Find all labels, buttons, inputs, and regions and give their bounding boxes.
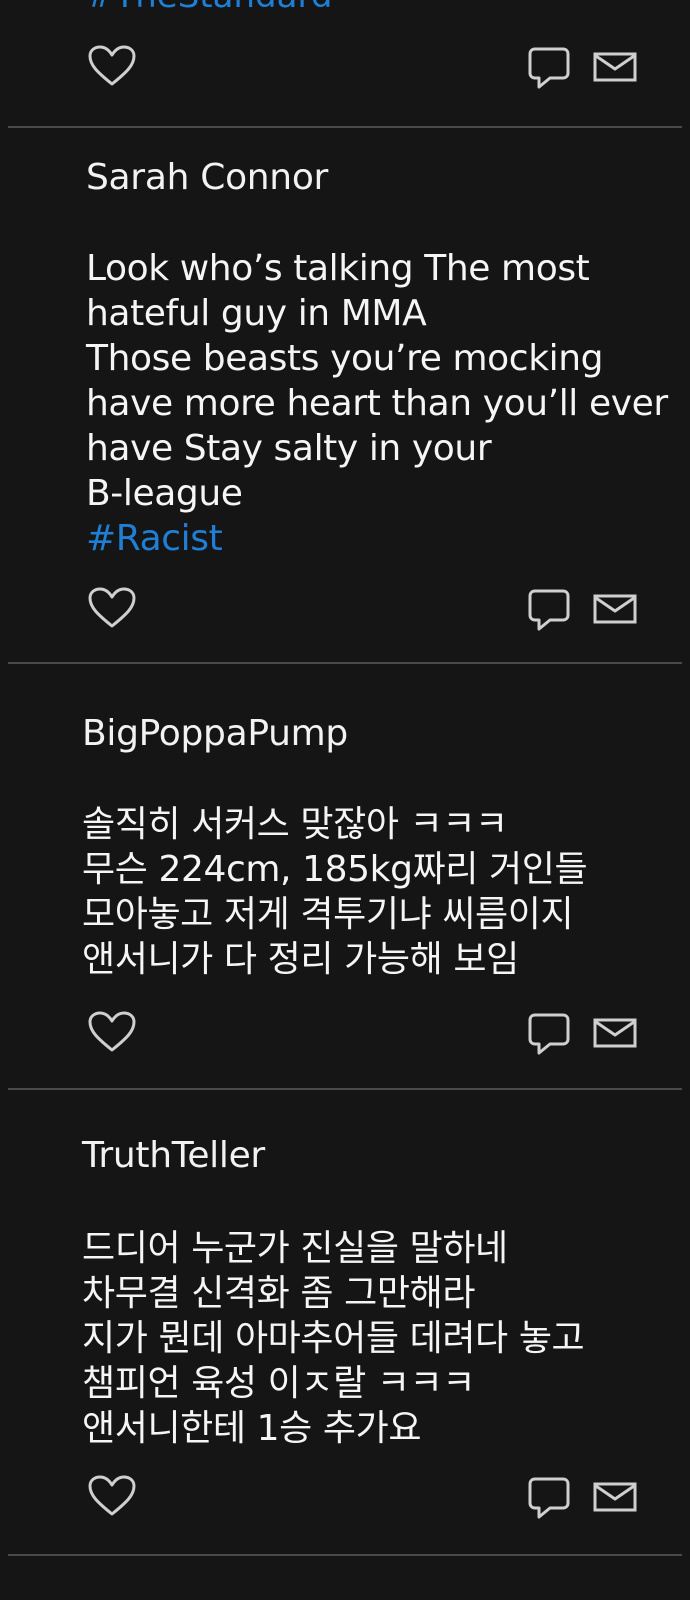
post-line: have more heart than you’ll ever — [86, 383, 668, 424]
post-line: B-league — [86, 473, 243, 514]
speech-bubble-icon[interactable] — [527, 1012, 571, 1056]
post-hashtag[interactable]: #Racist — [86, 516, 668, 561]
envelope-icon[interactable] — [593, 594, 637, 624]
heart-icon[interactable] — [87, 586, 137, 630]
post-line: have Stay salty in your — [86, 428, 492, 469]
speech-bubble-icon[interactable] — [527, 46, 571, 90]
heart-icon[interactable] — [87, 1010, 137, 1054]
envelope-icon[interactable] — [593, 1482, 637, 1512]
heart-icon[interactable] — [87, 1474, 137, 1518]
comment-feed: #TheStandard Sarah Connor Look who’s tal… — [0, 0, 690, 1600]
post-line: Look who’s talking The most — [86, 248, 590, 289]
post-body: Look who’s talking The most hateful guy … — [86, 246, 668, 561]
speech-bubble-icon[interactable] — [527, 588, 571, 632]
post-line: 차무결 신격화 좀 그만해라 — [82, 1273, 476, 1314]
post-hashtag[interactable]: #TheStandard — [86, 0, 332, 16]
post-line: Those beasts you’re mocking — [86, 338, 604, 379]
post-card: BigPoppaPump 솔직히 서커스 맞잖아 ㅋㅋㅋ 무슨 224cm, 1… — [0, 664, 690, 1088]
heart-icon[interactable] — [87, 44, 137, 88]
post-author[interactable]: BigPoppaPump — [82, 712, 348, 756]
post-line: 무슨 224cm, 185kg짜리 거인들 — [82, 849, 588, 890]
post-divider — [8, 1554, 682, 1556]
partial-post: #TheStandard — [0, 0, 690, 128]
envelope-icon[interactable] — [593, 52, 637, 82]
post-line: 솔직히 서커스 맞잖아 ㅋㅋㅋ — [82, 804, 508, 845]
post-line: 드디어 누군가 진실을 말하네 — [82, 1228, 508, 1269]
post-line: 챔피언 육성 이ㅈ랄 ㅋㅋㅋ — [82, 1363, 476, 1404]
post-card: Sarah Connor Look who’s talking The most… — [0, 128, 690, 662]
post-body: 솔직히 서커스 맞잖아 ㅋㅋㅋ 무슨 224cm, 185kg짜리 거인들 모아… — [82, 802, 588, 982]
post-line: 앤서니가 다 정리 가능해 보임 — [82, 939, 519, 980]
envelope-icon[interactable] — [593, 1018, 637, 1048]
post-line: 모아놓고 저게 격투기냐 씨름이지 — [82, 894, 574, 935]
speech-bubble-icon[interactable] — [527, 1476, 571, 1520]
post-line: 지가 뭔데 아마추어들 데려다 놓고 — [82, 1318, 585, 1359]
post-body: 드디어 누군가 진실을 말하네 차무결 신격화 좀 그만해라 지가 뭔데 아마추… — [82, 1226, 585, 1451]
post-line: hateful guy in MMA — [86, 293, 427, 334]
post-author[interactable]: Sarah Connor — [86, 156, 328, 200]
post-card: TruthTeller 드디어 누군가 진실을 말하네 차무결 신격화 좀 그만… — [0, 1090, 690, 1556]
post-author[interactable]: TruthTeller — [82, 1134, 265, 1178]
post-line: 앤서니한테 1승 추가요 — [82, 1408, 422, 1449]
